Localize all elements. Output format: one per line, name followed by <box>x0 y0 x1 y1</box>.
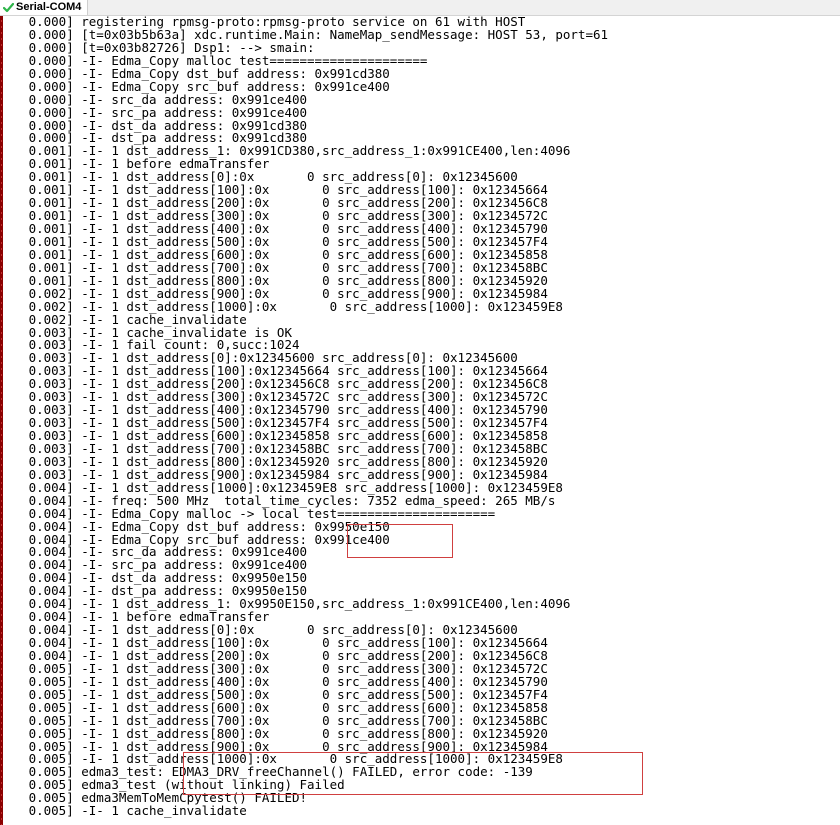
tab-title: Serial-COM4 <box>16 1 82 13</box>
terminal-lines: 0.000] registering rpmsg-proto:rpmsg-pro… <box>6 16 609 819</box>
terminal-left-gutter <box>0 16 3 825</box>
terminal-line: 0.005] -I- 1 cache_invalidate <box>6 803 247 819</box>
terminal-output[interactable]: 0.000] registering rpmsg-proto:rpmsg-pro… <box>0 16 840 825</box>
tab-bar: Serial-COM4 <box>0 0 840 16</box>
connected-check-icon <box>3 2 14 13</box>
tab-serial-com4[interactable]: Serial-COM4 <box>0 0 89 15</box>
